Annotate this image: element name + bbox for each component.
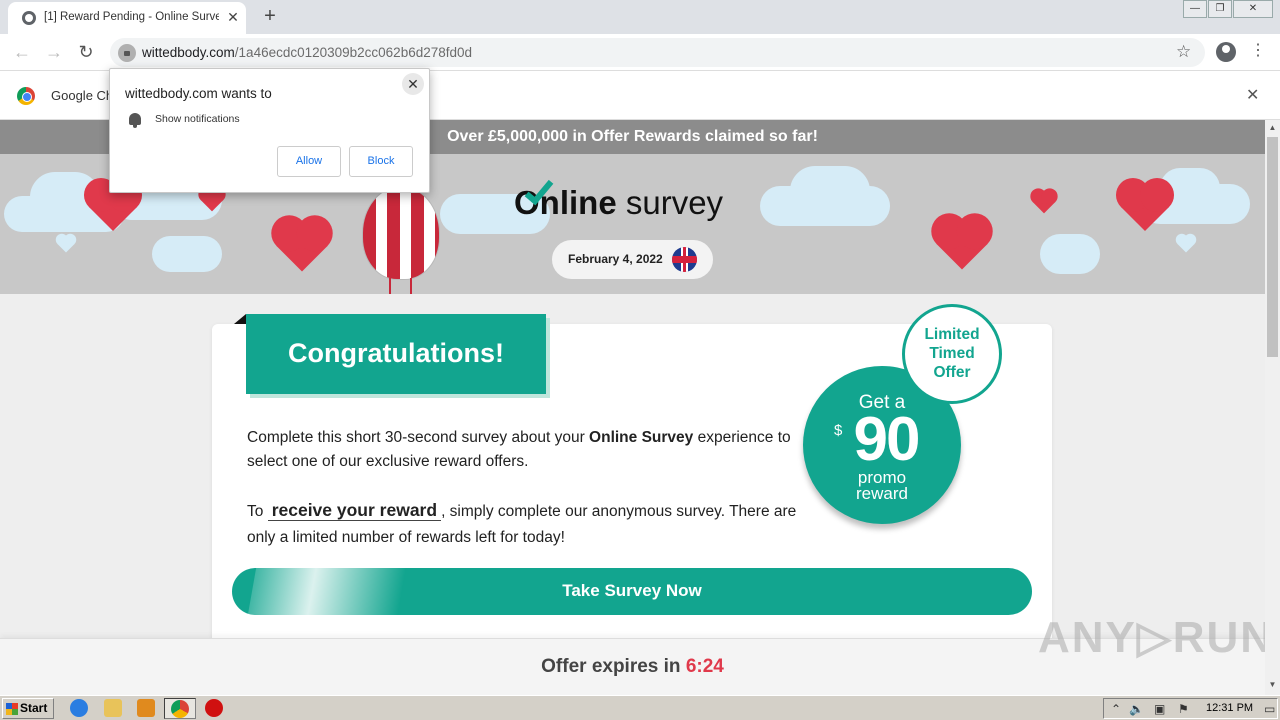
minimize-button[interactable]: — bbox=[1183, 0, 1207, 18]
site-logo: Online survey bbox=[514, 174, 724, 228]
tab-strip: [1] Reward Pending - Online Survey ✕ + —… bbox=[0, 0, 1280, 34]
network-icon[interactable]: ▣ bbox=[1154, 702, 1165, 716]
receive-reward-emphasis: receive your reward bbox=[267, 500, 442, 521]
heart-decoration bbox=[276, 220, 328, 272]
heading: Congratulations! bbox=[288, 338, 504, 368]
chrome-icon bbox=[171, 700, 189, 718]
permission-request-text: Show notifications bbox=[155, 113, 240, 125]
expiry-label: Offer expires in bbox=[541, 656, 686, 677]
heart-decoration bbox=[936, 218, 988, 270]
heart-decoration bbox=[57, 235, 75, 253]
infobar-text: Google Ch bbox=[51, 88, 114, 103]
notification-permission-dialog: wittedbody.com wants to ✕ Show notificat… bbox=[109, 68, 430, 193]
globe-icon bbox=[22, 11, 36, 25]
limited-line-3: Offer bbox=[933, 364, 971, 381]
bookmark-star-icon[interactable]: ☆ bbox=[1176, 42, 1191, 62]
balloon-rope bbox=[389, 278, 391, 294]
web-page: Over £5,000,000 in Offer Rewards claimed… bbox=[0, 120, 1265, 638]
cloud-decoration bbox=[152, 236, 222, 272]
anyrun-watermark: ANY▷RUN bbox=[1038, 613, 1275, 662]
logo-light-text: survey bbox=[625, 184, 724, 221]
scroll-up-arrow-icon[interactable]: ▲ bbox=[1265, 120, 1280, 135]
permission-title: wittedbody.com wants to bbox=[125, 86, 272, 101]
cloud-decoration bbox=[790, 166, 870, 216]
address-bar[interactable]: wittedbody.com/1a46ecdc0120309b2cc062b6d… bbox=[110, 38, 1205, 67]
scroll-thumb[interactable] bbox=[1267, 137, 1278, 357]
back-button[interactable]: ← bbox=[10, 41, 34, 65]
maximize-button[interactable]: ❐ bbox=[1208, 0, 1232, 18]
allow-button[interactable]: Allow bbox=[277, 146, 341, 177]
system-tray: ⌃ 🔈 ▣ ⚑ 12:31 PM ▭ bbox=[1103, 698, 1278, 719]
hot-air-balloon-decoration bbox=[362, 186, 440, 280]
tab-title: [1] Reward Pending - Online Survey bbox=[44, 11, 219, 23]
heart-decoration bbox=[1032, 190, 1056, 214]
countdown-timer: 6:24 bbox=[685, 656, 724, 677]
survey-intro-text: Complete this short 30-second survey abo… bbox=[247, 426, 807, 474]
promo-line-2: reward bbox=[856, 484, 908, 503]
start-button[interactable]: Start bbox=[2, 698, 54, 719]
folder-icon[interactable] bbox=[104, 699, 122, 717]
reward-instructions-text: To receive your reward, simply complete … bbox=[247, 497, 807, 551]
limited-line-1: Limited bbox=[924, 326, 980, 343]
browser-tab[interactable]: [1] Reward Pending - Online Survey ✕ bbox=[8, 2, 246, 34]
stop-icon[interactable] bbox=[205, 699, 223, 717]
take-survey-label: Take Survey Now bbox=[562, 581, 702, 600]
volume-icon[interactable]: 🔈 bbox=[1129, 702, 1144, 716]
bell-icon bbox=[129, 113, 141, 128]
instructions-text-part: To bbox=[247, 503, 268, 520]
brand-name-text: Online Survey bbox=[589, 429, 694, 446]
tray-expand-icon[interactable]: ⌃ bbox=[1111, 702, 1121, 716]
action-center-flag-icon[interactable]: ⚑ bbox=[1178, 702, 1189, 716]
promo-subtext: promo reward bbox=[803, 469, 961, 503]
browser-menu-icon[interactable]: ⋮ bbox=[1250, 40, 1266, 60]
infobar-close-icon[interactable]: ✕ bbox=[1246, 85, 1259, 105]
lock-icon[interactable] bbox=[118, 44, 136, 62]
forward-button[interactable]: → bbox=[42, 41, 66, 65]
chrome-logo-icon bbox=[17, 87, 35, 105]
reload-button[interactable]: ↻ bbox=[74, 41, 98, 65]
windows-taskbar: Start ⌃ 🔈 ▣ ⚑ 12:31 PM ▭ bbox=[0, 695, 1280, 720]
close-window-button[interactable]: ✕ bbox=[1233, 0, 1273, 18]
profile-avatar-icon[interactable] bbox=[1216, 42, 1236, 62]
date-text: February 4, 2022 bbox=[568, 252, 663, 266]
balloon-rope bbox=[410, 278, 412, 294]
page-scrollbar[interactable]: ▲ ▼ bbox=[1265, 120, 1280, 695]
scroll-down-arrow-icon[interactable]: ▼ bbox=[1265, 677, 1280, 692]
ribbon-fold bbox=[234, 314, 246, 324]
internet-explorer-icon[interactable] bbox=[70, 699, 88, 717]
block-button[interactable]: Block bbox=[349, 146, 413, 177]
limited-timed-offer-badge: Limited Timed Offer bbox=[902, 304, 1002, 404]
url-path: /1a46ecdc0120309b2cc062b6d278fd0d bbox=[234, 45, 473, 60]
clock[interactable]: 12:31 PM bbox=[1206, 702, 1253, 714]
tab-close-icon[interactable]: ✕ bbox=[224, 8, 242, 26]
chrome-taskbar-button[interactable] bbox=[164, 698, 196, 719]
promo-currency: $ bbox=[834, 422, 843, 439]
uk-flag-icon bbox=[672, 247, 697, 272]
url-text: wittedbody.com/1a46ecdc0120309b2cc062b6d… bbox=[142, 45, 472, 60]
browser-toolbar: ← → ↻ wittedbody.com/1a46ecdc0120309b2cc… bbox=[0, 34, 1280, 71]
intro-text-part: Complete this short 30-second survey abo… bbox=[247, 429, 590, 446]
url-host: wittedbody.com bbox=[142, 45, 235, 60]
heart-decoration bbox=[1177, 235, 1195, 253]
take-survey-button[interactable]: Take Survey Now bbox=[232, 568, 1032, 615]
date-pill: February 4, 2022 bbox=[552, 240, 713, 279]
show-desktop-icon[interactable]: ▭ bbox=[1264, 702, 1275, 716]
media-player-icon[interactable] bbox=[137, 699, 155, 717]
dialog-close-icon[interactable]: ✕ bbox=[402, 73, 424, 95]
congratulations-ribbon: Congratulations! bbox=[246, 314, 546, 394]
promo-amount: 90 bbox=[853, 405, 921, 474]
new-tab-button[interactable]: + bbox=[258, 4, 282, 28]
limited-line-2: Timed bbox=[929, 345, 975, 362]
